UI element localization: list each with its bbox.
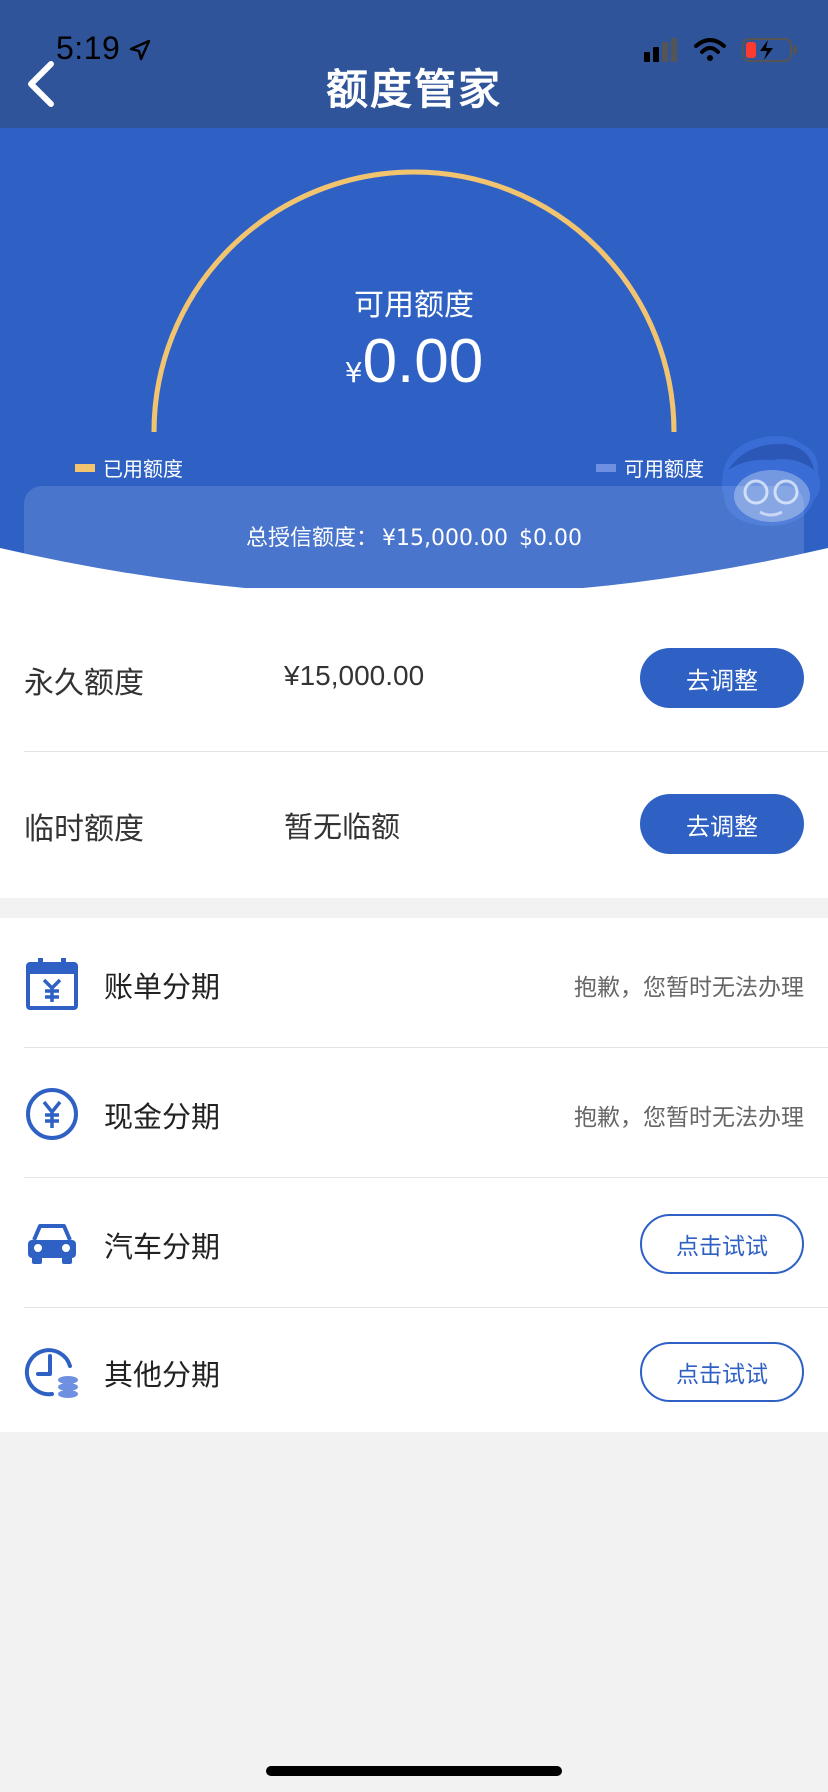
- permanent-credit-value: ¥15,000.00: [284, 660, 425, 691]
- car-installment-label: 汽车分期: [104, 1230, 221, 1264]
- calendar-yen-icon: [26, 958, 78, 1010]
- other-installment-row[interactable]: 其他分期 点击试试: [24, 1306, 828, 1430]
- permanent-credit-row: 永久额度 ¥15,000.00 去调整: [24, 606, 828, 752]
- permanent-credit-label: 永久额度: [24, 666, 144, 701]
- bill-installment-row[interactable]: 账单分期 抱歉，您暂时无法办理: [24, 918, 828, 1048]
- yen-circle-icon: [26, 1088, 78, 1140]
- hero-bottom-curve: [0, 548, 828, 588]
- cash-installment-label: 现金分期: [104, 1100, 221, 1134]
- adjust-temporary-button[interactable]: 去调整: [640, 794, 804, 854]
- adjust-permanent-button[interactable]: 去调整: [640, 648, 804, 708]
- home-indicator: [266, 1766, 562, 1776]
- temporary-credit-label: 临时额度: [24, 812, 144, 847]
- other-installment-label: 其他分期: [104, 1358, 221, 1392]
- car-installment-row[interactable]: 汽车分期 点击试试: [24, 1178, 828, 1308]
- other-installment-try-button[interactable]: 点击试试: [640, 1342, 804, 1402]
- bill-installment-status: 抱歉，您暂时无法办理: [574, 975, 804, 1001]
- credit-gauge-panel: 可用额度 ¥0.00 已用额度 可用额度 总授信额度： ¥15,000.00 $0…: [0, 128, 828, 588]
- car-icon: [28, 1224, 76, 1264]
- legend-available-swatch: [596, 463, 616, 472]
- currency-symbol: ¥: [344, 356, 363, 389]
- navigation-bar: 5:19 额度管家: [0, 0, 828, 128]
- available-credit-label: 可用额度: [354, 288, 474, 323]
- legend-used: 已用额度: [75, 453, 183, 482]
- cash-installment-status: 抱歉，您暂时无法办理: [574, 1105, 804, 1131]
- cash-installment-row[interactable]: 现金分期 抱歉，您暂时无法办理: [24, 1048, 828, 1178]
- car-installment-try-button[interactable]: 点击试试: [640, 1214, 804, 1274]
- legend-available: 可用额度: [596, 453, 704, 482]
- available-credit-value: 0.00: [362, 327, 484, 396]
- temporary-credit-value: 暂无临额: [284, 810, 401, 844]
- clock-coins-icon: [24, 1348, 78, 1398]
- legend-used-label: 已用额度: [103, 457, 183, 481]
- legend-used-swatch: [75, 463, 95, 472]
- available-credit-amount: ¥0.00: [0, 326, 828, 397]
- page-title: 额度管家: [325, 65, 502, 114]
- bill-installment-label: 账单分期: [104, 970, 221, 1004]
- temporary-credit-row: 临时额度 暂无临额 去调整: [24, 752, 828, 898]
- legend-available-label: 可用额度: [624, 457, 704, 481]
